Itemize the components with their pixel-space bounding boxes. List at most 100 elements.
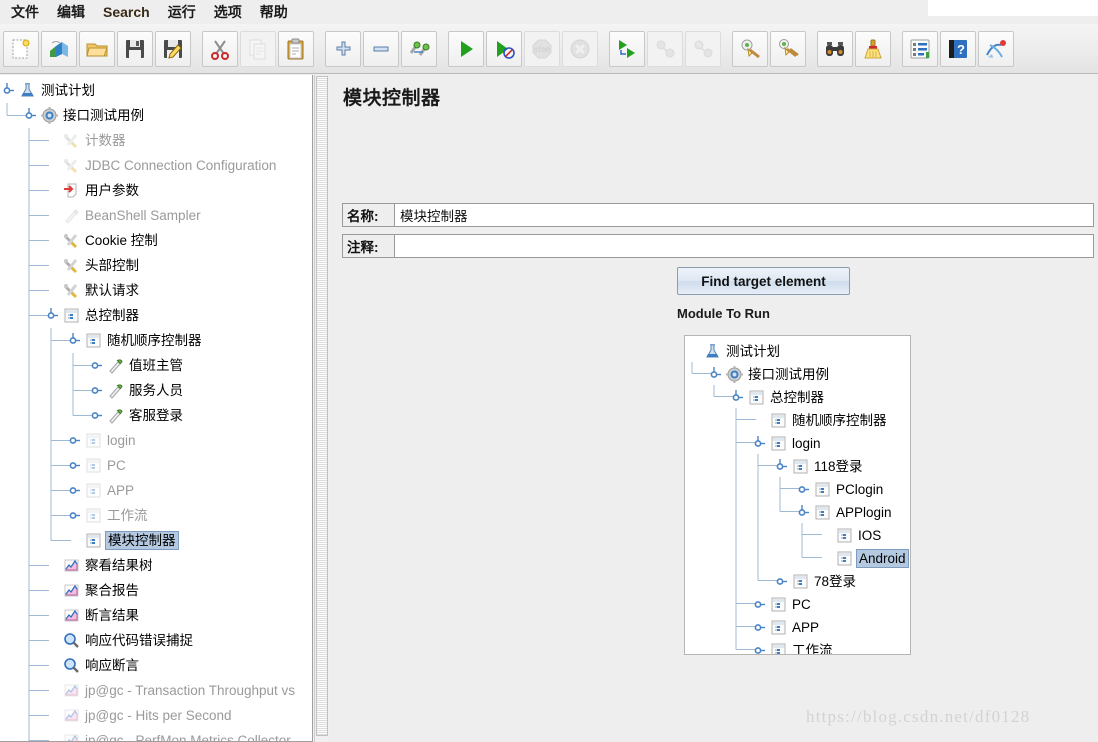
tree-expand-handle-closed[interactable] <box>90 353 107 378</box>
tree-node[interactable]: JDBC Connection Configuration <box>46 153 278 178</box>
tree-expand-handle-closed[interactable] <box>753 615 770 640</box>
menu-help[interactable]: 帮助 <box>251 0 297 24</box>
tree-node[interactable]: jp@gc - PerfMon Metrics Collector <box>46 728 293 741</box>
tree-node[interactable]: 模块控制器 <box>68 528 179 553</box>
tree-node[interactable]: 测试计划 <box>2 78 97 103</box>
tree-node[interactable]: 随机顺序控制器 <box>753 408 889 433</box>
tree-node[interactable]: PC <box>753 592 813 617</box>
reset-search-broom-button[interactable] <box>855 30 891 67</box>
tree-node[interactable]: 工作流 <box>753 638 835 654</box>
remote-start-all-button[interactable] <box>609 30 645 67</box>
tree-node[interactable]: 值班主管 <box>90 353 185 378</box>
tree-node[interactable]: 头部控制 <box>46 253 141 278</box>
tree-node[interactable]: APP <box>753 615 821 640</box>
save-as-button[interactable] <box>155 30 191 67</box>
tree-expand-handle-closed[interactable] <box>775 569 792 594</box>
tree-expand-handle-open[interactable] <box>2 78 19 103</box>
test-plan-icon <box>704 343 721 360</box>
thread-group-icon <box>41 107 58 124</box>
paste-clipboard-button[interactable] <box>278 30 314 67</box>
comment-label: 注释: <box>342 234 394 258</box>
undo-redo-button[interactable] <box>978 30 1014 67</box>
tree-expand-handle-closed[interactable] <box>68 453 85 478</box>
tree-expand-handle-open[interactable] <box>709 362 726 387</box>
left-tree-vertical-scrollbar[interactable] <box>314 75 329 742</box>
scrollbar-thumb[interactable] <box>316 76 328 736</box>
tree-node[interactable]: 响应断言 <box>46 653 141 678</box>
tree-node[interactable]: PC <box>68 453 128 478</box>
tree-node[interactable]: PClogin <box>797 477 885 502</box>
tree-node[interactable]: 响应代码错误捕捉 <box>46 628 195 653</box>
tree-expand-handle-open[interactable] <box>68 328 85 353</box>
tree-node[interactable]: 客服登录 <box>90 403 185 428</box>
help-book-button[interactable]: ? <box>940 30 976 67</box>
tree-expand-handle-closed[interactable] <box>753 592 770 617</box>
menu-search[interactable]: Search <box>94 2 159 22</box>
tree-node[interactable]: Cookie 控制 <box>46 228 160 253</box>
open-folder-button[interactable] <box>79 30 115 67</box>
shutdown-icon <box>568 37 592 61</box>
tree-expand-handle-open[interactable] <box>46 303 63 328</box>
tree-node[interactable]: APPlogin <box>797 500 894 525</box>
expand-plus-button[interactable] <box>325 30 361 67</box>
open-templates-button[interactable] <box>41 30 77 67</box>
toggle-enable-button[interactable] <box>401 30 437 67</box>
test-plan-tree-pane[interactable]: 测试计划 接口测试用例 计数器 JDBC Connection Configurati… <box>0 75 313 742</box>
tree-expand-handle-closed[interactable] <box>68 478 85 503</box>
cut-scissors-button[interactable] <box>202 30 238 67</box>
tree-expand-handle-open[interactable] <box>797 500 814 525</box>
tree-expand-handle-closed[interactable] <box>68 503 85 528</box>
tree-node[interactable]: 接口测试用例 <box>24 103 146 128</box>
tree-node[interactable]: 服务人员 <box>90 378 185 403</box>
menu-options[interactable]: 选项 <box>205 0 251 24</box>
menu-file[interactable]: 文件 <box>2 0 48 24</box>
start-no-pause-button[interactable] <box>486 30 522 67</box>
save-button[interactable] <box>117 30 153 67</box>
tree-node[interactable]: 78登录 <box>775 569 858 594</box>
tree-node-label: 默认请求 <box>85 283 139 298</box>
tree-node[interactable]: 接口测试用例 <box>709 362 831 387</box>
tree-node[interactable]: BeanShell Sampler <box>46 203 203 228</box>
tree-node[interactable]: 计数器 <box>46 128 128 153</box>
tree-node[interactable]: APP <box>68 478 136 503</box>
search-binoculars-button[interactable] <box>817 30 853 67</box>
tree-node[interactable]: 随机顺序控制器 <box>68 328 204 353</box>
tree-expand-handle-closed[interactable] <box>753 638 770 654</box>
tree-node[interactable]: 默认请求 <box>46 278 141 303</box>
tree-node[interactable]: 工作流 <box>68 503 150 528</box>
tree-node[interactable]: 察看结果树 <box>46 553 155 578</box>
tree-node[interactable]: Android <box>819 546 909 571</box>
function-helper-button[interactable] <box>902 30 938 67</box>
tree-expand-handle-closed[interactable] <box>797 477 814 502</box>
tree-node[interactable]: 总控制器 <box>46 303 141 328</box>
find-target-element-button[interactable]: Find target element <box>677 267 850 295</box>
module-to-run-tree-box[interactable]: 测试计划 接口测试用例 总控制器 随机顺序控制器 login 118登录 PClogin AP… <box>684 335 911 655</box>
tree-expand-handle-closed[interactable] <box>90 403 107 428</box>
menu-run[interactable]: 运行 <box>159 0 205 24</box>
tree-node[interactable]: 测试计划 <box>687 339 782 364</box>
tree-expand-handle-open[interactable] <box>24 103 41 128</box>
tree-node[interactable]: 聚合报告 <box>46 578 141 603</box>
comment-input[interactable] <box>394 234 1094 258</box>
clear-button[interactable] <box>732 30 768 67</box>
tree-expand-handle-open[interactable] <box>753 431 770 456</box>
tree-expand-handle-open[interactable] <box>775 454 792 479</box>
new-document-button[interactable] <box>3 30 39 67</box>
start-play-button[interactable] <box>448 30 484 67</box>
tree-node[interactable]: 118登录 <box>775 454 865 479</box>
name-input[interactable] <box>394 203 1094 227</box>
tree-expand-handle-open[interactable] <box>731 385 748 410</box>
tree-node[interactable]: 断言结果 <box>46 603 141 628</box>
tree-node[interactable]: jp@gc - Hits per Second <box>46 703 234 728</box>
tree-node[interactable]: 总控制器 <box>731 385 826 410</box>
tree-expand-handle-closed[interactable] <box>90 378 107 403</box>
collapse-minus-button[interactable] <box>363 30 399 67</box>
tree-expand-handle-closed[interactable] <box>68 428 85 453</box>
tree-node[interactable]: IOS <box>819 523 883 548</box>
clear-all-button[interactable] <box>770 30 806 67</box>
tree-node[interactable]: 用户参数 <box>46 178 141 203</box>
tree-node[interactable]: login <box>68 428 138 453</box>
tree-node[interactable]: login <box>753 431 823 456</box>
tree-node[interactable]: jp@gc - Transaction Throughput vs <box>46 678 297 703</box>
menu-edit[interactable]: 编辑 <box>48 0 94 24</box>
